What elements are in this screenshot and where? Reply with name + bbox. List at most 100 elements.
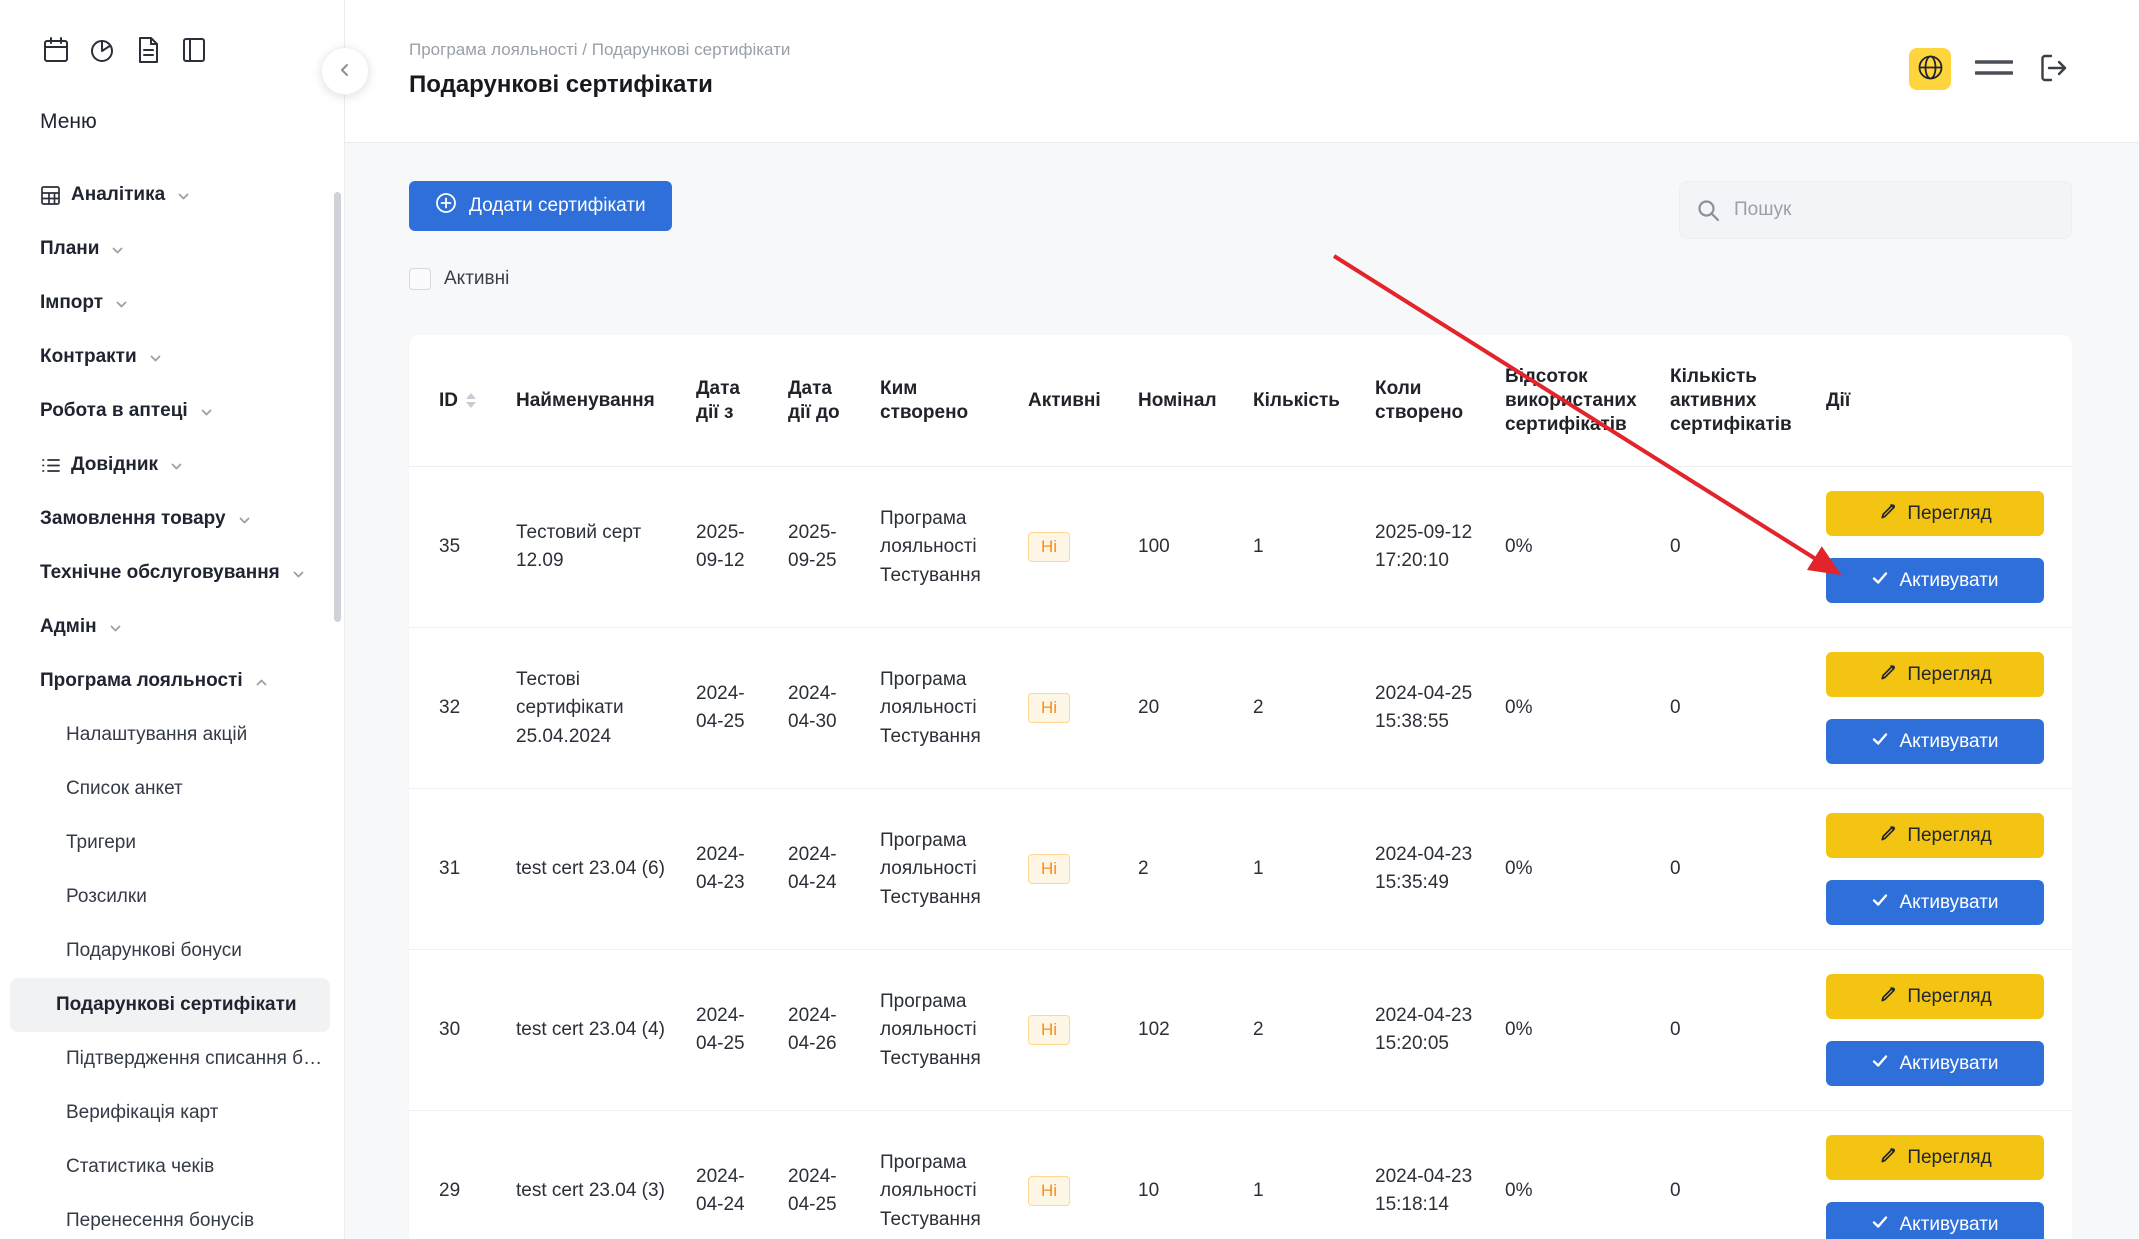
add-certificates-button[interactable]: Додати сертифікати <box>409 181 672 231</box>
cell-created-by: Програма лояльності Тестування <box>868 467 1016 628</box>
status-badge: Ні <box>1028 693 1070 723</box>
check-icon <box>1871 1213 1889 1237</box>
check-icon <box>1871 730 1889 754</box>
logout-button[interactable] <box>2037 51 2071 88</box>
cell-created-by: Програма лояльності Тестування <box>868 628 1016 789</box>
cell-active-certificates: 0 <box>1658 950 1814 1111</box>
table-row: 31 test cert 23.04 (6) 2024-04-23 2024-0… <box>409 789 2072 950</box>
sidebar-subitem-gift-certificates[interactable]: Подарункові сертифікати <box>10 978 330 1032</box>
cell-quantity: 1 <box>1241 467 1363 628</box>
book-icon[interactable] <box>178 34 210 66</box>
cell-id: 30 <box>409 950 504 1111</box>
cell-active-certificates: 0 <box>1658 789 1814 950</box>
chevron-down-icon <box>113 296 130 313</box>
check-icon <box>1871 891 1889 915</box>
page-title: Подарункові сертифікати <box>409 70 2139 100</box>
sidebar-subitem-bonus-transfer[interactable]: Перенесення бонусів <box>10 1194 330 1239</box>
column-header-id[interactable]: ID <box>409 335 504 467</box>
cell-date-to: 2024-04-24 <box>776 789 868 950</box>
list-icon <box>40 455 61 476</box>
status-badge: Ні <box>1028 1176 1070 1206</box>
sidebar-item-maintenance[interactable]: Технічне обслуговування <box>0 546 344 600</box>
sidebar-subitem-bonus-writeoff-confirmation[interactable]: Підтвердження списання бону... <box>10 1032 330 1086</box>
sidebar-subitem-receipt-statistics[interactable]: Статистика чеків <box>10 1140 330 1194</box>
chevron-down-icon <box>198 404 215 421</box>
sort-icon[interactable] <box>466 393 476 408</box>
sidebar-subitem-mailings[interactable]: Розсилки <box>10 870 330 924</box>
table-header-row: ID Найменування Дата дії з Дата дії до К… <box>409 335 2072 467</box>
cell-quantity: 1 <box>1241 789 1363 950</box>
pie-chart-icon[interactable] <box>86 34 118 66</box>
menu-toggle-button[interactable] <box>1975 57 2013 82</box>
activate-button[interactable]: Активувати <box>1826 558 2044 603</box>
check-icon <box>1871 1052 1889 1076</box>
view-button[interactable]: Перегляд <box>1826 813 2044 858</box>
column-header-actions: Дії <box>1814 335 2072 467</box>
activate-button[interactable]: Активувати <box>1826 719 2044 764</box>
sidebar-subitem-promo-settings[interactable]: Налаштування акцій <box>10 708 330 762</box>
calendar-icon[interactable] <box>40 34 72 66</box>
sidebar-menu: АналітикаПланиІмпортКонтрактиРобота в ап… <box>0 168 344 1239</box>
sidebar-subitem-triggers[interactable]: Тригери <box>10 816 330 870</box>
cell-date-from: 2024-04-25 <box>684 950 776 1111</box>
cell-actions: Перегляд Активувати <box>1814 950 2072 1111</box>
document-icon[interactable] <box>132 34 164 66</box>
column-header-used-percent: Відсоток використаних сертифікатів <box>1493 335 1658 467</box>
cell-date-to: 2024-04-30 <box>776 628 868 789</box>
sidebar-item-directory[interactable]: Довідник <box>0 438 344 492</box>
sidebar-item-plans[interactable]: Плани <box>0 222 344 276</box>
activate-button-label: Активувати <box>1899 1214 1998 1236</box>
sidebar-subitem-questionnaire-list[interactable]: Список анкет <box>10 762 330 816</box>
breadcrumb[interactable]: Програма лояльності / Подарункові сертиф… <box>409 40 2139 60</box>
app-root: Меню АналітикаПланиІмпортКонтрактиРобота… <box>0 0 2139 1239</box>
cell-actions: Перегляд Активувати <box>1814 1111 2072 1239</box>
activate-button-label: Активувати <box>1899 570 1998 592</box>
view-button[interactable]: Перегляд <box>1826 1135 2044 1180</box>
cell-nominal: 102 <box>1126 950 1241 1111</box>
cell-created-by: Програма лояльності Тестування <box>868 1111 1016 1239</box>
search-input[interactable] <box>1679 181 2072 239</box>
cell-quantity: 2 <box>1241 628 1363 789</box>
pencil-icon <box>1878 984 1897 1009</box>
view-button-label: Перегляд <box>1907 825 1991 847</box>
cell-active: Ні <box>1016 467 1126 628</box>
sidebar-item-goods-order[interactable]: Замовлення товару <box>0 492 344 546</box>
activate-button[interactable]: Активувати <box>1826 880 2044 925</box>
sidebar-item-admin[interactable]: Адмін <box>0 600 344 654</box>
cell-id: 29 <box>409 1111 504 1239</box>
activate-button[interactable]: Активувати <box>1826 1041 2044 1086</box>
cell-actions: Перегляд Активувати <box>1814 467 2072 628</box>
cell-quantity: 2 <box>1241 950 1363 1111</box>
sidebar-subitem-card-verification[interactable]: Верифікація карт <box>10 1086 330 1140</box>
language-button[interactable] <box>1909 48 1951 90</box>
view-button[interactable]: Перегляд <box>1826 974 2044 1019</box>
sidebar-collapse-button[interactable] <box>321 47 369 95</box>
column-header-created-at: Коли створено <box>1363 335 1493 467</box>
cell-active-certificates: 0 <box>1658 628 1814 789</box>
cell-quantity: 1 <box>1241 1111 1363 1239</box>
cell-active-certificates: 0 <box>1658 1111 1814 1239</box>
cell-date-from: 2024-04-24 <box>684 1111 776 1239</box>
cell-active: Ні <box>1016 1111 1126 1239</box>
cell-used-percent: 0% <box>1493 467 1658 628</box>
view-button[interactable]: Перегляд <box>1826 491 2044 536</box>
activate-button[interactable]: Активувати <box>1826 1202 2044 1239</box>
column-header-name: Найменування <box>504 335 684 467</box>
sidebar-item-pharmacy-work[interactable]: Робота в аптеці <box>0 384 344 438</box>
view-button[interactable]: Перегляд <box>1826 652 2044 697</box>
sidebar-item-contracts[interactable]: Контракти <box>0 330 344 384</box>
chevron-left-icon <box>335 60 355 83</box>
sidebar: Меню АналітикаПланиІмпортКонтрактиРобота… <box>0 0 345 1239</box>
sidebar-item-analytics[interactable]: Аналітика <box>0 168 344 222</box>
status-badge: Ні <box>1028 854 1070 884</box>
cell-created-at: 2025-09-12 17:20:10 <box>1363 467 1493 628</box>
column-header-nominal: Номінал <box>1126 335 1241 467</box>
sidebar-subitem-gift-bonuses[interactable]: Подарункові бонуси <box>10 924 330 978</box>
view-button-label: Перегляд <box>1907 503 1991 525</box>
globe-icon <box>1917 54 1944 84</box>
sidebar-item-loyalty-program[interactable]: Програма лояльності <box>0 654 344 708</box>
sidebar-scrollbar[interactable] <box>334 192 341 622</box>
sidebar-item-import[interactable]: Імпорт <box>0 276 344 330</box>
cell-created-by: Програма лояльності Тестування <box>868 789 1016 950</box>
active-filter-checkbox[interactable] <box>409 268 431 290</box>
